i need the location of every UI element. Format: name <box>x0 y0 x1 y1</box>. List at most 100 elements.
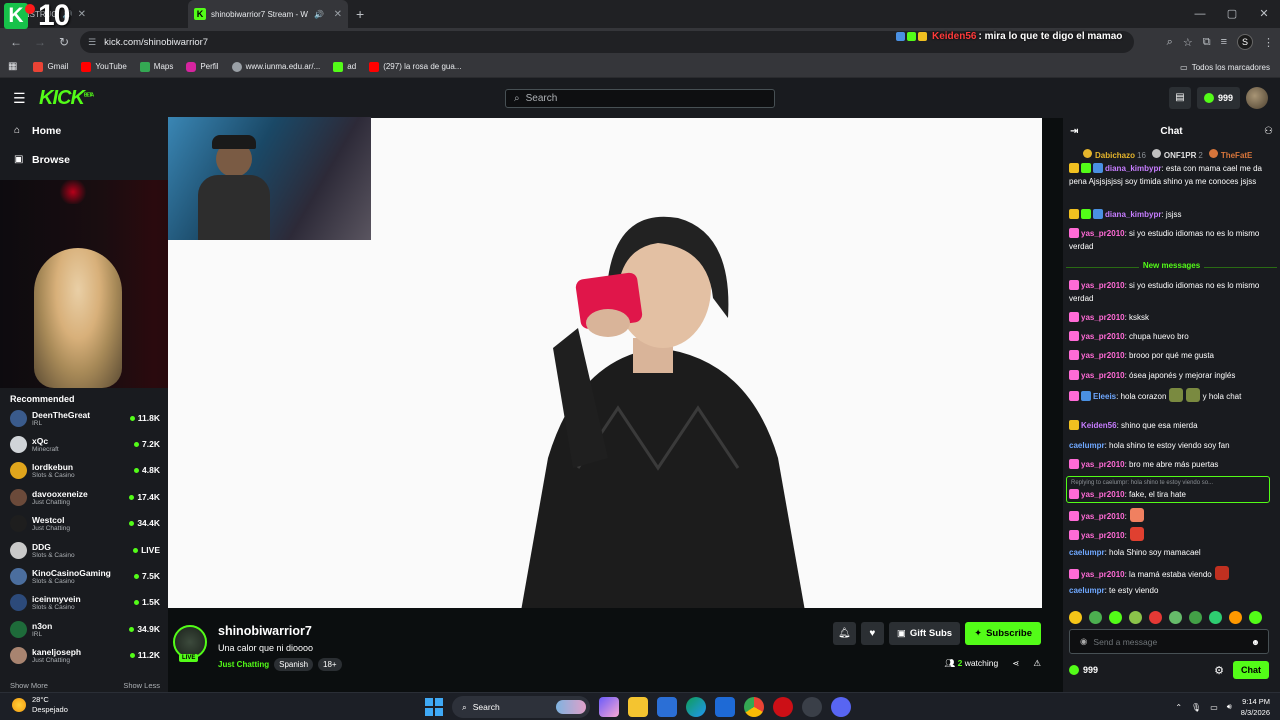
start-button[interactable] <box>425 698 443 716</box>
show-less-button[interactable]: Show Less <box>123 681 160 690</box>
emote-icon[interactable] <box>1169 611 1182 624</box>
collapse-chat-icon[interactable]: ⇥ <box>1070 126 1078 137</box>
volume-icon[interactable]: 🔊︎ <box>1227 702 1232 712</box>
nav-home[interactable]: ⌂ Home <box>14 121 61 141</box>
chat-username[interactable]: diana_kimbypr <box>1105 210 1161 219</box>
menu-icon[interactable]: ⋮ <box>1263 36 1274 49</box>
opera-icon[interactable] <box>773 697 793 717</box>
recommended-channel[interactable]: xQc Minecraft 7.2K <box>10 432 160 456</box>
chat-message[interactable]: yas_pr2010: <box>1069 527 1273 543</box>
network-icon[interactable]: ▭ <box>1210 703 1218 712</box>
bookmark-perfil[interactable]: Perfil <box>186 61 219 72</box>
speaker-icon[interactable]: 🔊 <box>314 10 324 19</box>
chat-username[interactable]: yas_pr2010 <box>1081 460 1125 469</box>
heart-icon[interactable]: ♥ <box>860 622 884 645</box>
bookmark-iunma[interactable]: www.iunma.edu.ar/... <box>231 61 320 72</box>
media-icon[interactable]: ≡ <box>1221 36 1227 48</box>
bookmark-rosa[interactable]: (297) la rosa de gua... <box>369 61 461 72</box>
tab-stream[interactable]: K shinobiwarrior7 Stream - W 🔊 ✕ <box>188 0 348 28</box>
smiley-icon[interactable]: ☻ <box>1251 637 1260 647</box>
chat-username[interactable]: yas_pr2010 <box>1081 371 1125 380</box>
chat-message[interactable]: yas_pr2010: ksksk <box>1069 312 1273 325</box>
taskbar-search[interactable]: ⌕ Search <box>452 696 590 718</box>
copilot-icon[interactable] <box>599 697 619 717</box>
chat-username[interactable]: Eleeis <box>1093 392 1116 401</box>
recommended-channel[interactable]: DeenTheGreat IRL 11.8K <box>10 406 160 430</box>
tag-age[interactable]: 18+ <box>318 658 342 671</box>
bookmark-ad[interactable]: ad <box>333 61 356 72</box>
apps-icon[interactable]: ▦ <box>8 61 17 72</box>
settings-app-icon[interactable] <box>802 697 822 717</box>
recommended-channel[interactable]: davooxeneize Just Chatting 17.4K <box>10 485 160 509</box>
user-settings-icon[interactable]: ⚇ <box>1264 126 1273 137</box>
chrome-icon[interactable] <box>744 697 764 717</box>
site-info-icon[interactable]: ☰ <box>88 37 96 48</box>
emote-icon[interactable] <box>1189 611 1202 624</box>
kick-logo[interactable]: KICKBETA <box>39 87 94 110</box>
stream-category[interactable]: Just Chatting <box>218 660 269 669</box>
microphone-icon[interactable]: 🎙︎ <box>1191 703 1201 712</box>
kicks-balance[interactable]: 999 <box>1196 87 1240 109</box>
notifications-icon[interactable]: ▤ <box>1168 87 1191 109</box>
close-window-button[interactable]: ✕ <box>1248 0 1280 28</box>
gifter[interactable]: Dabichazo 16 <box>1083 149 1146 160</box>
forward-button[interactable]: → <box>28 35 52 49</box>
chevron-up-icon[interactable]: ⌃ <box>1175 703 1182 712</box>
minimize-button[interactable]: — <box>1184 0 1216 28</box>
zoom-icon[interactable]: ⌕ <box>1167 36 1173 49</box>
recommended-channel[interactable]: kaneljoseph Just Chatting 11.2K <box>10 643 160 667</box>
chat-message[interactable]: yas_pr2010: ósea japonés y mejorar inglé… <box>1069 370 1273 383</box>
bookmark-youtube[interactable]: YouTube <box>81 61 127 72</box>
chat-message-input[interactable]: ◉ Send a message ☻ <box>1069 629 1269 654</box>
share-icon[interactable]: ⋖ <box>1012 658 1019 669</box>
kick-search-input[interactable]: ⌕ Search <box>505 89 775 108</box>
gift-subs-button[interactable]: ▣ Gift Subs <box>888 622 961 645</box>
chat-username[interactable]: caelumpr <box>1069 586 1105 595</box>
chat-username[interactable]: yas_pr2010 <box>1081 281 1125 290</box>
chat-message[interactable]: yas_pr2010: si yo estudio idiomas no es … <box>1069 280 1273 305</box>
chat-username[interactable]: yas_pr2010 <box>1081 351 1125 360</box>
recommended-channel[interactable]: iceinmyvein Slots & Casino 1.5K <box>10 590 160 614</box>
chat-username[interactable]: yas_pr2010 <box>1081 512 1125 521</box>
chat-message[interactable]: yas_pr2010: chupa huevo bro <box>1069 331 1273 344</box>
all-bookmarks[interactable]: ▭ Todos los marcadores <box>1180 56 1270 78</box>
recommended-channel[interactable]: lordkebun Slots & Casino 4.8K <box>10 458 160 482</box>
recommended-channel[interactable]: n3on IRL 34.9K <box>10 617 160 641</box>
bookmark-star-icon[interactable]: ☆ <box>1183 36 1193 49</box>
emote-icon[interactable] <box>1209 611 1222 624</box>
emote-icon[interactable] <box>1229 611 1242 624</box>
emote-icon[interactable] <box>1129 611 1142 624</box>
bookmark-maps[interactable]: Maps <box>139 61 173 72</box>
chat-username[interactable]: yas_pr2010 <box>1081 332 1125 341</box>
reload-button[interactable]: ↻ <box>52 35 76 49</box>
chat-message[interactable]: yas_pr2010: brooo por qué me gusta <box>1069 350 1273 363</box>
send-chat-button[interactable]: Chat <box>1233 661 1269 679</box>
clock[interactable]: 9:14 PM 8/3/2026 <box>1241 696 1270 718</box>
nav-browse[interactable]: ▣ Browse <box>14 150 70 170</box>
bookmark-gmail[interactable]: Gmail <box>33 61 68 72</box>
extensions-icon[interactable]: ⧉ <box>1203 36 1211 49</box>
chat-username[interactable]: yas_pr2010 <box>1081 313 1125 322</box>
chat-message[interactable]: Eleeis: hola corazon y hola chat <box>1069 388 1273 404</box>
chat-message[interactable]: caelumpr: hola shino te estoy viendo soy… <box>1069 440 1273 453</box>
gear-icon[interactable]: ⚙ <box>1214 664 1224 677</box>
close-tab-icon[interactable]: ✕ <box>334 9 342 20</box>
back-button[interactable]: ← <box>4 35 28 49</box>
gifter[interactable]: ONF1PR 2 <box>1151 149 1203 160</box>
chat-message[interactable]: caelumpr: hola Shino soy mamacael <box>1069 547 1273 560</box>
maximize-button[interactable]: ▢ <box>1216 0 1248 28</box>
emote-icon[interactable] <box>1249 611 1262 624</box>
hamburger-menu-icon[interactable]: ☰ <box>13 90 29 107</box>
show-more-button[interactable]: Show More <box>10 681 48 690</box>
chat-kicks-balance[interactable]: 999 <box>1069 665 1098 675</box>
emote-icon[interactable] <box>1069 611 1082 624</box>
recommended-channel[interactable]: Westcol Just Chatting 34.4K <box>10 511 160 535</box>
emote-icon[interactable] <box>1089 611 1102 624</box>
file-explorer-icon[interactable] <box>628 697 648 717</box>
report-icon[interactable]: ⚠ <box>1033 658 1041 669</box>
new-tab-button[interactable]: + <box>348 6 372 22</box>
emote-icon[interactable] <box>1149 611 1162 624</box>
chat-message[interactable]: yas_pr2010: la mamá estaba viendo <box>1069 566 1273 582</box>
chat-message[interactable]: Keiden56: shino que esa mierda <box>1069 420 1273 433</box>
chat-username[interactable]: caelumpr <box>1069 441 1105 450</box>
